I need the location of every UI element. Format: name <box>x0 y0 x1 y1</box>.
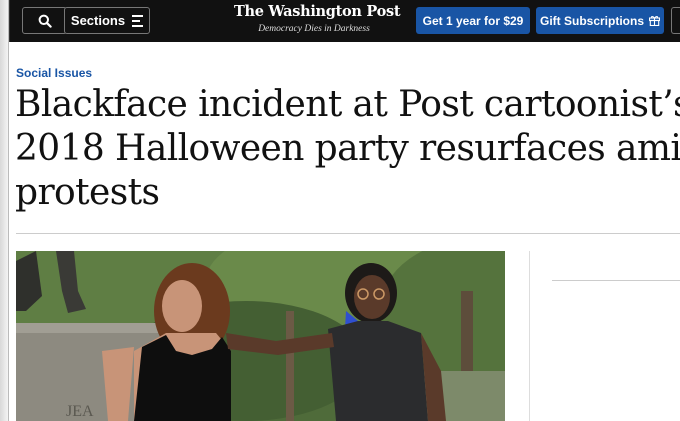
right-rail-divider <box>529 251 530 421</box>
gift-label: Gift Subscriptions <box>539 13 644 28</box>
subscribe-label: Get 1 year for $29 <box>422 13 524 28</box>
top-navigation-bar: Sections The Washington Post Democracy D… <box>9 0 680 42</box>
headline-line: protests <box>15 172 160 213</box>
tagline: Democracy Dies in Darkness <box>258 24 370 34</box>
masthead-logo[interactable]: The Washington Post Democracy Dies in Da… <box>234 3 401 34</box>
sections-label: Sections <box>70 13 126 28</box>
gift-icon <box>649 16 660 26</box>
gift-subscriptions-button[interactable]: Gift Subscriptions <box>536 7 664 34</box>
kicker-link[interactable]: Social Issues <box>16 66 92 80</box>
article-photo[interactable]: JEA <box>16 251 505 421</box>
hamburger-icon <box>132 14 144 27</box>
headline-line: Blackface incident at Post cartoonist’s <box>15 84 680 125</box>
article-headline: Blackface incident at Post cartoonist’s … <box>15 83 680 215</box>
subscribe-button[interactable]: Get 1 year for $29 <box>416 7 530 34</box>
sign-in-button[interactable] <box>671 7 680 34</box>
window-edge <box>0 0 9 421</box>
headline-line: 2018 Halloween party resurfaces amid <box>15 128 680 169</box>
photo-illustration: JEA <box>16 251 505 421</box>
search-button[interactable] <box>22 7 67 34</box>
plinth-text: JEA <box>66 403 94 420</box>
search-icon <box>38 14 52 28</box>
logo-text: The Washington Post <box>234 3 401 20</box>
headline-divider <box>16 233 680 234</box>
sections-button[interactable]: Sections <box>64 7 150 34</box>
right-rail-rule <box>552 280 680 281</box>
